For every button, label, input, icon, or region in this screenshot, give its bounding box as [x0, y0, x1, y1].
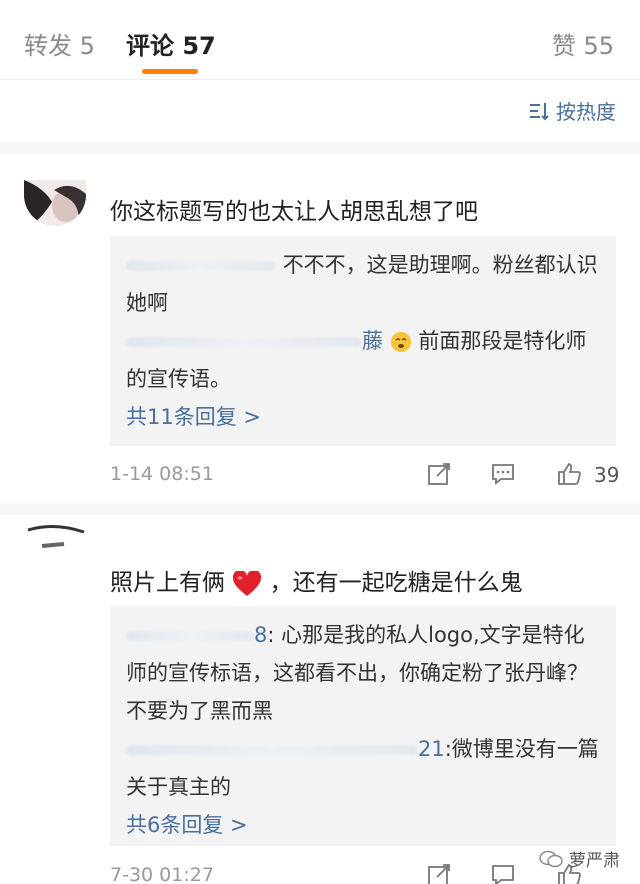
- reply-username[interactable]: 21: [418, 737, 445, 761]
- comment-text-rest: ，还有一起吃糖是什么鬼: [269, 570, 523, 596]
- comment-text: 照片上有俩 ，还有一起吃糖是什么鬼: [110, 563, 523, 597]
- tab-bar: 转发 5 评论 57 赞 55: [0, 0, 640, 80]
- blurred-username: [126, 745, 418, 755]
- reply-item[interactable]: 21:微博里没有一篇关于真主的: [126, 730, 600, 806]
- comment-text-main: 照片上有俩: [110, 570, 225, 596]
- wechat-icon: [539, 850, 563, 867]
- tab-comments[interactable]: 评论 57: [126, 26, 216, 61]
- section-divider: [0, 503, 640, 515]
- comment-meta: 1-14 08:51 39: [110, 461, 620, 491]
- blurred-username: [126, 631, 254, 641]
- section-divider: [0, 142, 640, 154]
- comment-text: 你这标题写的也太让人胡思乱想了吧: [110, 199, 478, 225]
- sort-label: 按热度: [556, 100, 616, 124]
- avatar[interactable]: [24, 520, 86, 566]
- tab-likes[interactable]: 赞 55: [552, 26, 614, 61]
- comment-time: 7-30 01:27: [110, 864, 214, 884]
- repost-icon[interactable]: [426, 461, 452, 487]
- blurred-username: [126, 261, 276, 271]
- more-replies-link[interactable]: 共6条回复 >: [126, 806, 600, 844]
- avatar[interactable]: [24, 180, 86, 226]
- reply-item[interactable]: 8: 心那是我的私人logo,文字是特化师的宣传标语，这都看不出，你确定粉了张丹…: [126, 616, 600, 730]
- reply-username[interactable]: 8: [254, 623, 267, 647]
- more-replies-link[interactable]: 共11条回复 >: [126, 398, 600, 436]
- comment-icon[interactable]: [490, 862, 516, 884]
- sort-button[interactable]: 按热度: [528, 96, 616, 125]
- emoji-icon: [390, 332, 411, 352]
- blurred-username: [126, 337, 362, 347]
- reply-box[interactable]: 8: 心那是我的私人logo,文字是特化师的宣传标语，这都看不出，你确定粉了张丹…: [110, 606, 616, 846]
- like-count: 39: [594, 463, 620, 487]
- like-icon[interactable]: [556, 461, 582, 487]
- repost-icon[interactable]: [426, 862, 452, 884]
- sort-icon: [530, 102, 549, 120]
- active-tab-indicator: [142, 69, 198, 74]
- reply-item[interactable]: 不不不，这是助理啊。粉丝都认识她啊: [126, 246, 600, 322]
- reply-item[interactable]: 藤 前面那段是特化师的宣传语。: [126, 322, 600, 398]
- watermark: 萝严肃: [539, 846, 620, 871]
- reply-box[interactable]: 不不不，这是助理啊。粉丝都认识她啊 藤 前面那段是特化师的宣传语。 共11条回复…: [110, 236, 616, 446]
- comment-time: 1-14 08:51: [110, 463, 214, 485]
- heart-emoji-icon: [233, 569, 262, 596]
- comment-icon[interactable]: [490, 461, 516, 487]
- tab-reposts[interactable]: 转发 5: [24, 26, 95, 61]
- reply-username[interactable]: 藤: [362, 329, 383, 353]
- watermark-label: 萝严肃: [569, 851, 620, 871]
